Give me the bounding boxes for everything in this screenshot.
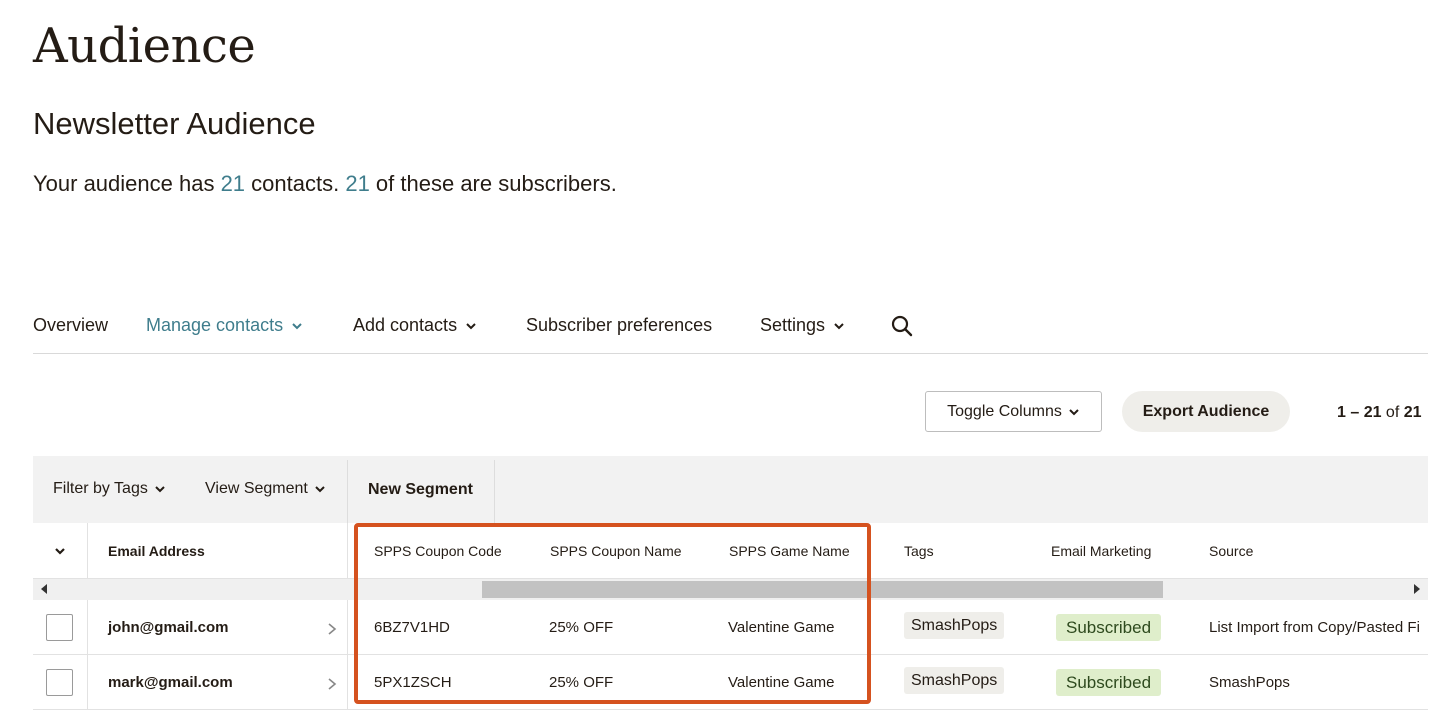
toggle-columns-button[interactable]: Toggle Columns <box>925 391 1102 432</box>
table-row: mark@gmail.com 5PX1ZSCH 25% OFF Valentin… <box>33 655 1428 710</box>
toggle-columns-label: Toggle Columns <box>947 402 1062 420</box>
row-checkbox[interactable] <box>46 669 73 696</box>
chevron-down-icon <box>315 486 325 493</box>
contacts-count: 21 <box>220 171 246 196</box>
contact-source: List Import from Copy/Pasted Fi <box>1209 619 1420 636</box>
chevron-down-icon <box>466 322 476 329</box>
chevron-down-icon <box>155 486 165 493</box>
filter-bar: Filter by Tags View Segment New Segment <box>33 456 1428 523</box>
col-divider <box>347 655 348 710</box>
column-header-source[interactable]: Source <box>1209 543 1253 559</box>
column-header-email[interactable]: Email Address <box>108 543 205 559</box>
tag-chip[interactable]: SmashPops <box>904 612 1005 639</box>
nav-manage-contacts-label: Manage contacts <box>146 315 284 335</box>
table-row: john@gmail.com 6BZ7V1HD 25% OFF Valentin… <box>33 600 1428 655</box>
col-divider <box>87 600 88 655</box>
contact-email[interactable]: mark@gmail.com <box>108 674 233 691</box>
column-header-game-name[interactable]: SPPS Game Name <box>729 543 850 559</box>
chevron-right-icon[interactable] <box>327 622 337 636</box>
scroll-left-arrow-icon[interactable] <box>41 584 47 594</box>
game-name: Valentine Game <box>728 674 835 691</box>
chevron-down-icon <box>1069 408 1079 415</box>
table-header: Email Address SPPS Coupon Code SPPS Coup… <box>33 523 1428 579</box>
col-divider <box>347 600 348 655</box>
column-header-coupon-name[interactable]: SPPS Coupon Name <box>550 543 682 559</box>
filter-by-tags-dropdown[interactable]: Filter by Tags <box>53 480 166 498</box>
nav-manage-contacts[interactable]: Manage contacts <box>146 315 303 336</box>
nav-add-contacts-label: Add contacts <box>353 315 458 335</box>
pager-of: of <box>1381 404 1404 421</box>
game-name: Valentine Game <box>728 619 835 636</box>
horizontal-scrollbar[interactable] <box>33 579 1428 600</box>
pager-range: 1 – 21 <box>1337 404 1382 421</box>
audience-nav: Overview Manage contacts Add contacts Su… <box>33 311 1428 354</box>
col-divider <box>87 655 88 710</box>
col-divider <box>87 523 88 579</box>
audience-name: Newsletter Audience <box>33 106 316 141</box>
view-segment-label: View Segment <box>205 480 308 497</box>
coupon-code: 6BZ7V1HD <box>374 619 450 636</box>
filter-divider <box>347 460 348 523</box>
scroll-right-arrow-icon[interactable] <box>1414 584 1420 594</box>
chevron-right-icon[interactable] <box>327 677 337 691</box>
row-checkbox[interactable] <box>46 614 73 641</box>
status-badge: Subscribed <box>1056 669 1162 696</box>
view-segment-dropdown[interactable]: View Segment <box>205 480 326 498</box>
coupon-name: 25% OFF <box>549 619 614 636</box>
contact-source: SmashPops <box>1209 674 1290 691</box>
nav-add-contacts[interactable]: Add contacts <box>353 315 477 336</box>
chevron-down-icon[interactable] <box>54 545 66 557</box>
column-header-email-marketing[interactable]: Email Marketing <box>1051 543 1151 559</box>
filter-divider <box>494 460 495 523</box>
nav-settings-label: Settings <box>760 315 826 335</box>
nav-overview[interactable]: Overview <box>33 315 108 336</box>
export-audience-button[interactable]: Export Audience <box>1122 391 1290 432</box>
nav-overview-label: Overview <box>33 315 109 335</box>
chevron-down-icon <box>834 322 844 329</box>
nav-subscriber-preferences-label: Subscriber preferences <box>526 315 713 335</box>
tag-chip[interactable]: SmashPops <box>904 667 1005 694</box>
scrollbar-thumb[interactable] <box>482 581 1163 598</box>
chevron-down-icon <box>292 322 302 329</box>
nav-subscriber-preferences[interactable]: Subscriber preferences <box>526 315 712 336</box>
contact-email[interactable]: john@gmail.com <box>108 619 228 636</box>
page-title: Audience <box>33 18 256 74</box>
status-badge: Subscribed <box>1056 614 1162 641</box>
pagination-label: 1 – 21 of 21 <box>1337 404 1422 422</box>
filter-by-tags-label: Filter by Tags <box>53 480 148 497</box>
summary-middle: contacts. <box>245 171 346 196</box>
subscribers-count: 21 <box>345 171 370 196</box>
column-header-tags[interactable]: Tags <box>904 543 934 559</box>
new-segment-button[interactable]: New Segment <box>368 481 473 499</box>
search-icon[interactable] <box>890 314 914 338</box>
col-divider <box>347 523 348 579</box>
nav-settings[interactable]: Settings <box>760 315 845 336</box>
column-header-coupon-code[interactable]: SPPS Coupon Code <box>374 543 502 559</box>
summary-prefix: Your audience has <box>33 171 221 196</box>
coupon-name: 25% OFF <box>549 674 614 691</box>
pager-total: 21 <box>1403 404 1422 421</box>
coupon-code: 5PX1ZSCH <box>374 674 452 691</box>
audience-summary: Your audience has 21 contacts. 21 of the… <box>33 171 617 197</box>
summary-suffix: of these are subscribers. <box>369 171 617 196</box>
